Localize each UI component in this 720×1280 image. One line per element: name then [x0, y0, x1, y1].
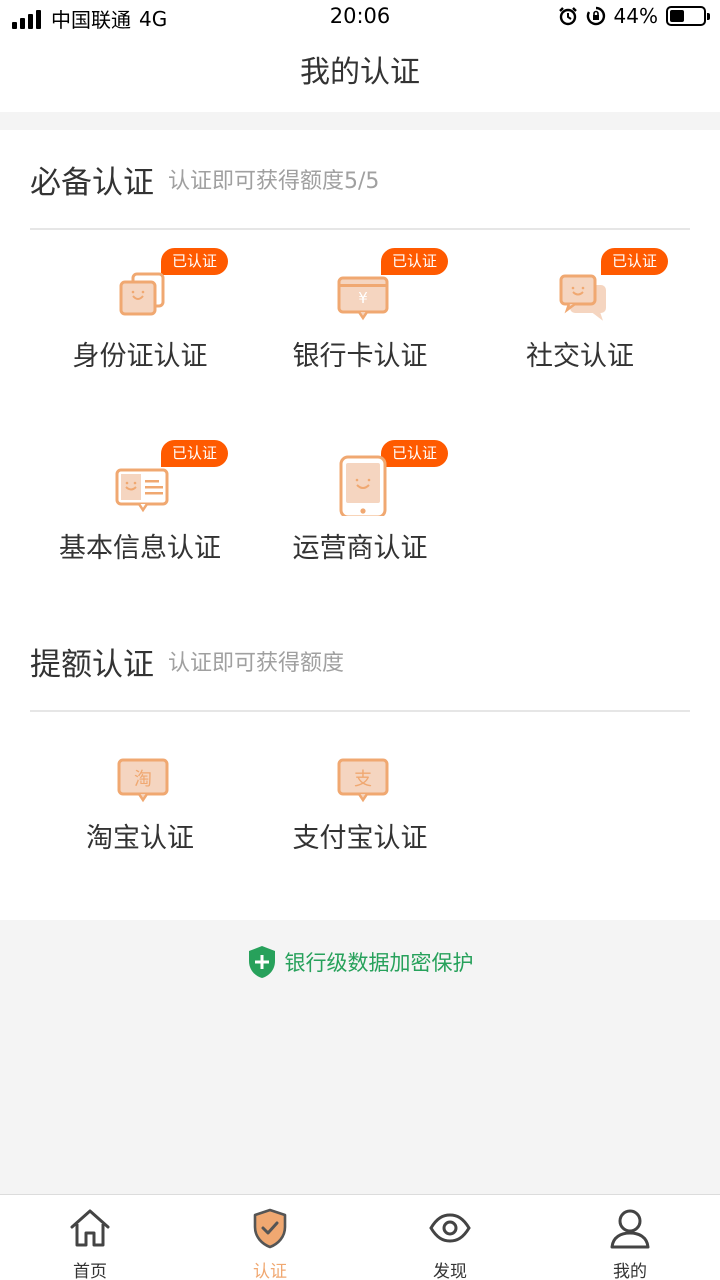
verified-badge: 已认证 — [601, 248, 668, 275]
shield-check-icon — [253, 1208, 287, 1249]
alipay-icon: 支 — [337, 758, 389, 803]
auth-card-taobao[interactable]: 淘 淘宝认证 — [30, 730, 250, 870]
battery-icon — [666, 6, 710, 26]
security-text: 银行级数据加密保护 — [284, 951, 474, 975]
basic-info-icon — [115, 468, 169, 513]
auth-card-bank[interactable]: 已认证 ¥ 银行卡认证 — [250, 248, 470, 388]
auth-card-label: 运营商认证 — [292, 533, 428, 564]
bank-card-icon: ¥ — [337, 276, 389, 321]
auth-card-id[interactable]: 已认证 身份证认证 — [30, 248, 250, 388]
home-icon — [70, 1209, 110, 1247]
svg-text:支: 支 — [354, 769, 372, 790]
increase-section-header: 提额认证 认证即可获得额度 — [30, 612, 690, 712]
auth-card-carrier[interactable]: 已认证 运营商认证 — [250, 440, 470, 580]
section-subtitle: 认证即可获得额度5/5 — [168, 169, 380, 194]
svg-text:淘: 淘 — [134, 769, 152, 790]
nav-bar: 我的认证 — [0, 34, 720, 112]
shield-plus-icon — [248, 946, 275, 978]
tab-home[interactable]: 首页 — [0, 1195, 180, 1280]
phone-carrier-icon — [339, 455, 387, 516]
auth-content: 必备认证 认证即可获得额度5/5 已认证 身份证认证 已认证 ¥ 银行卡认证 已… — [0, 130, 720, 920]
required-section-header: 必备认证 认证即可获得额度5/5 — [30, 130, 690, 230]
verified-badge: 已认证 — [381, 248, 448, 275]
security-notice: 银行级数据加密保护 — [0, 940, 720, 984]
section-subtitle: 认证即可获得额度 — [168, 651, 345, 676]
social-chat-icon — [559, 274, 606, 321]
auth-card-label: 支付宝认证 — [292, 823, 428, 854]
verified-badge: 已认证 — [381, 440, 448, 467]
battery-percent: 44% — [613, 4, 658, 28]
id-card-icon — [119, 272, 165, 316]
auth-card-basic-info[interactable]: 已认证 基本信息认证 — [30, 440, 250, 580]
auth-card-label: 基本信息认证 — [59, 533, 221, 564]
auth-card-alipay[interactable]: 支 支付宝认证 — [250, 730, 470, 870]
user-icon — [610, 1209, 650, 1249]
section-title: 必备认证 — [30, 164, 154, 201]
verified-badge: 已认证 — [161, 440, 228, 467]
status-bar: 中国联通 4G 20:06 44% — [0, 0, 720, 34]
bottom-tab-bar: 首页 认证 发现 我的 — [0, 1194, 720, 1280]
tab-label: 首页 — [73, 1262, 107, 1280]
auth-card-label: 淘宝认证 — [86, 823, 194, 854]
auth-card-label: 身份证认证 — [72, 341, 208, 372]
auth-card-social[interactable]: 已认证 社交认证 — [470, 248, 690, 388]
auth-card-label: 银行卡认证 — [292, 341, 428, 372]
alarm-icon — [558, 7, 577, 26]
verified-badge: 已认证 — [161, 248, 228, 275]
tab-discover[interactable]: 发现 — [360, 1195, 540, 1280]
auth-card-label: 社交认证 — [526, 341, 634, 372]
tab-label: 发现 — [433, 1262, 467, 1280]
status-right: 44% — [558, 4, 710, 28]
section-title: 提额认证 — [30, 646, 154, 683]
svg-text:¥: ¥ — [358, 289, 368, 307]
taobao-icon: 淘 — [117, 758, 169, 803]
tab-label: 我的 — [613, 1262, 647, 1280]
rotation-lock-icon — [586, 6, 605, 26]
eye-icon — [429, 1213, 471, 1243]
tab-mine[interactable]: 我的 — [540, 1195, 720, 1280]
tab-auth[interactable]: 认证 — [180, 1195, 360, 1280]
tab-label: 认证 — [253, 1262, 287, 1280]
page-title: 我的认证 — [300, 55, 420, 90]
